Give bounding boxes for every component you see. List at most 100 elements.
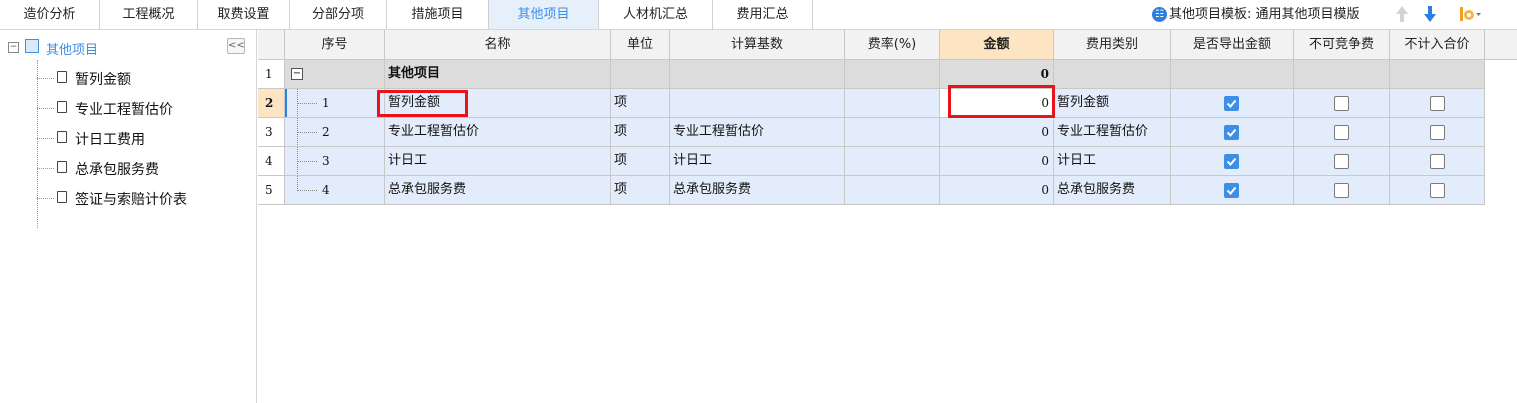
rate-cell[interactable] (845, 147, 940, 176)
non-competitive-checkbox[interactable] (1334, 125, 1349, 140)
amount-cell[interactable]: 0 (940, 60, 1054, 89)
name-cell[interactable]: 专业工程暂估价 (385, 118, 611, 147)
exclude-total-cell (1390, 147, 1485, 176)
tab-measures[interactable]: 措施项目 (387, 0, 489, 29)
amount-cell[interactable]: 0 (940, 176, 1054, 205)
calc-base-cell[interactable]: 计日工 (670, 147, 845, 176)
header-non-competitive[interactable]: 不可竞争费 (1294, 30, 1390, 59)
amount-cell[interactable]: 0 (940, 147, 1054, 176)
header-export-amount[interactable]: 是否导出金额 (1171, 30, 1294, 59)
rate-cell[interactable] (845, 89, 940, 118)
tab-other-items[interactable]: 其他项目 (489, 0, 599, 29)
rate-cell[interactable] (845, 60, 940, 89)
tab-project-overview[interactable]: 工程概况 (100, 0, 198, 29)
row-collapse-icon[interactable]: − (291, 68, 303, 80)
tab-fee-settings[interactable]: 取费设置 (198, 0, 290, 29)
fee-category-cell[interactable]: 总承包服务费 (1054, 176, 1171, 205)
non-competitive-checkbox[interactable] (1334, 154, 1349, 169)
tree-item-label[interactable]: 计日工费用 (75, 129, 145, 149)
tree-root-label[interactable]: 其他项目 (46, 39, 98, 58)
collapse-panel-button[interactable]: << (227, 38, 245, 54)
row-number[interactable]: 5 (258, 176, 285, 205)
template-label[interactable]: 其他项目模板: 通用其他项目模版 (1169, 0, 1360, 29)
table-row[interactable]: 5 4 总承包服务费 项 总承包服务费 0 总承包服务费 (258, 176, 1485, 205)
unit-cell[interactable]: 项 (611, 89, 670, 118)
template-selector[interactable]: ☷ 其他项目模板: 通用其他项目模版 (1147, 0, 1517, 29)
rate-cell[interactable] (845, 176, 940, 205)
tree-item-label[interactable]: 签证与索赔计价表 (75, 189, 187, 209)
export-amount-checkbox[interactable] (1224, 125, 1239, 140)
export-amount-cell (1171, 147, 1294, 176)
unit-cell[interactable] (611, 60, 670, 89)
table-row[interactable]: 3 2 专业工程暂估价 项 专业工程暂估价 0 专业工程暂估价 (258, 118, 1485, 147)
fee-category-cell[interactable]: 计日工 (1054, 147, 1171, 176)
tab-sub-items[interactable]: 分部分项 (290, 0, 387, 29)
header-calc-base[interactable]: 计算基数 (670, 30, 845, 59)
arrow-down-icon[interactable] (1422, 4, 1438, 24)
seq-value: 4 (322, 183, 330, 197)
calc-base-cell[interactable] (670, 89, 845, 118)
export-amount-cell (1171, 89, 1294, 118)
table-row[interactable]: 4 3 计日工 项 计日工 0 计日工 (258, 147, 1485, 176)
unit-cell[interactable]: 项 (611, 147, 670, 176)
amount-cell[interactable]: 0 (940, 89, 1054, 118)
unit-cell[interactable]: 项 (611, 176, 670, 205)
document-icon (57, 131, 67, 143)
focus-indicator (285, 89, 287, 117)
exclude-total-checkbox[interactable] (1430, 183, 1445, 198)
exclude-total-checkbox[interactable] (1430, 96, 1445, 111)
settings-icon[interactable] (1458, 5, 1482, 23)
seq-cell[interactable]: 4 (285, 176, 385, 205)
tree-item-label[interactable]: 专业工程暂估价 (75, 99, 173, 119)
amount-cell[interactable]: 0 (940, 118, 1054, 147)
rate-cell[interactable] (845, 118, 940, 147)
row-number[interactable]: 3 (258, 118, 285, 147)
unit-cell[interactable]: 项 (611, 118, 670, 147)
name-cell[interactable]: 暂列金额 (385, 89, 611, 118)
calc-base-cell[interactable]: 总承包服务费 (670, 176, 845, 205)
seq-cell[interactable]: 3 (285, 147, 385, 176)
tab-cost-analysis[interactable]: 造价分析 (0, 0, 100, 29)
tree-item-label[interactable]: 总承包服务费 (75, 159, 159, 179)
tab-fee-summary[interactable]: 费用汇总 (713, 0, 813, 29)
tree-item-label[interactable]: 暂列金额 (75, 69, 131, 89)
other-items-grid: 序号 名称 单位 计算基数 费率(%) 金额 费用类别 是否导出金额 不可竞争费… (258, 30, 1517, 403)
arrow-up-icon[interactable] (1394, 4, 1410, 24)
row-number[interactable]: 1 (258, 60, 285, 89)
header-fee-category[interactable]: 费用类别 (1054, 30, 1171, 59)
exclude-total-checkbox[interactable] (1430, 154, 1445, 169)
non-competitive-checkbox[interactable] (1334, 183, 1349, 198)
exclude-total-checkbox[interactable] (1430, 125, 1445, 140)
non-competitive-checkbox[interactable] (1334, 96, 1349, 111)
name-cell[interactable]: 总承包服务费 (385, 176, 611, 205)
header-filler (1485, 30, 1517, 59)
header-unit[interactable]: 单位 (611, 30, 670, 59)
seq-cell[interactable]: − (285, 60, 385, 89)
tree-collapse-icon[interactable]: − (8, 42, 19, 53)
table-row[interactable]: 2 1 暂列金额 项 0 暂列金额 (258, 89, 1485, 118)
seq-value: 1 (322, 96, 330, 110)
tab-labor-material-summary[interactable]: 人材机汇总 (599, 0, 713, 29)
seq-cell[interactable]: 2 (285, 118, 385, 147)
name-cell[interactable]: 计日工 (385, 147, 611, 176)
seq-value: 3 (322, 154, 330, 168)
fee-category-cell[interactable] (1054, 60, 1171, 89)
seq-cell[interactable]: 1 (285, 89, 385, 118)
row-number[interactable]: 2 (258, 89, 285, 118)
header-amount[interactable]: 金额 (940, 30, 1054, 59)
table-row[interactable]: 1 − 其他项目 0 (258, 60, 1485, 89)
calc-base-cell[interactable]: 专业工程暂估价 (670, 118, 845, 147)
calc-base-cell[interactable] (670, 60, 845, 89)
export-amount-checkbox[interactable] (1224, 96, 1239, 111)
export-amount-checkbox[interactable] (1224, 183, 1239, 198)
fee-category-cell[interactable]: 专业工程暂估价 (1054, 118, 1171, 147)
header-rate[interactable]: 费率(%) (845, 30, 940, 59)
header-name[interactable]: 名称 (385, 30, 611, 59)
header-seq[interactable]: 序号 (285, 30, 385, 59)
header-exclude-total[interactable]: 不计入合价 (1390, 30, 1485, 59)
info-icon: ☷ (1152, 7, 1167, 22)
row-number[interactable]: 4 (258, 147, 285, 176)
fee-category-cell[interactable]: 暂列金额 (1054, 89, 1171, 118)
name-cell[interactable]: 其他项目 (385, 60, 611, 89)
export-amount-checkbox[interactable] (1224, 154, 1239, 169)
